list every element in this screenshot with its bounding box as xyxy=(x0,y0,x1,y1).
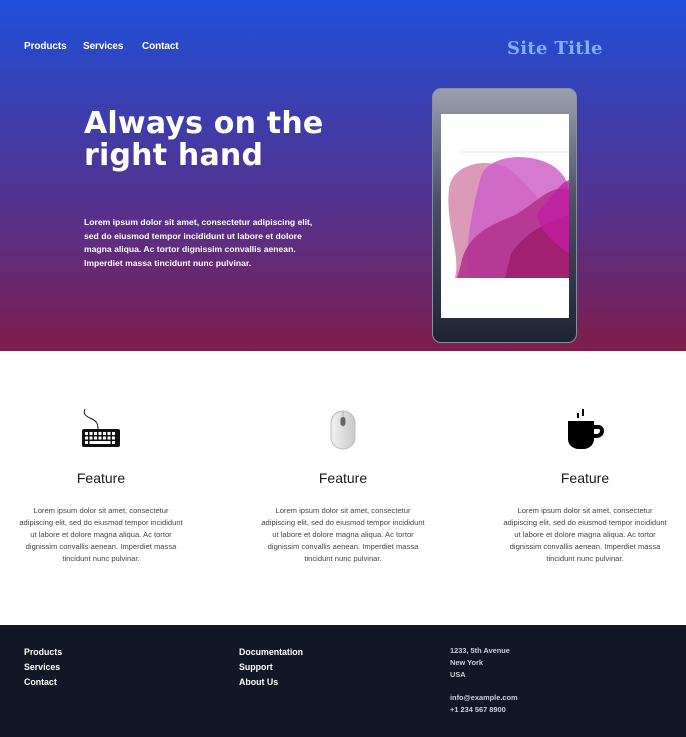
abstract-blobs-image xyxy=(441,151,569,318)
feature-title: Feature xyxy=(318,470,368,486)
footer: Products Services Contact Documentation … xyxy=(0,625,686,737)
footer-link-documentation[interactable]: Documentation xyxy=(239,645,303,660)
footer-link-support[interactable]: Support xyxy=(239,660,303,675)
footer-address: 1233, 5th Avenue New York USA info@examp… xyxy=(450,645,518,716)
mouse-icon xyxy=(260,405,426,453)
feature-description: Lorem ipsum dolor sit amet, consectetur … xyxy=(19,506,183,563)
feature-title: Feature xyxy=(76,470,126,486)
address-line: 1233, 5th Avenue xyxy=(450,646,510,655)
footer-link-products[interactable]: Products xyxy=(24,645,62,660)
hero-description: Lorem ipsum dolor sit amet, consectetur … xyxy=(84,217,313,268)
footer-column-2: Documentation Support About Us xyxy=(239,645,303,690)
hero-heading: Always on the right hand xyxy=(84,106,324,173)
feature-title: Feature xyxy=(560,470,610,486)
tablet-device-image xyxy=(432,88,577,343)
footer-email[interactable]: info@example.com xyxy=(450,692,518,704)
footer-link-services[interactable]: Services xyxy=(24,660,62,675)
address-line: USA xyxy=(450,669,466,679)
feature-card-2: Feature Lorem ipsum dolor sit amet, cons… xyxy=(260,405,426,565)
feature-description: Lorem ipsum dolor sit amet, consectetur … xyxy=(261,506,425,563)
feature-description: Lorem ipsum dolor sit amet, consectetur … xyxy=(503,506,667,563)
feature-card-1: Feature Lorem ipsum dolor sit amet, cons… xyxy=(18,405,184,565)
hero-section: Products Services Contact Site Title Alw… xyxy=(0,0,686,351)
address-line: New York xyxy=(450,657,483,667)
footer-link-about-us[interactable]: About Us xyxy=(239,675,303,690)
keyboard-icon xyxy=(18,405,184,453)
feature-card-3: Feature Lorem ipsum dolor sit amet, cons… xyxy=(502,405,668,565)
nav-link-products[interactable]: Products xyxy=(24,41,67,52)
footer-link-contact[interactable]: Contact xyxy=(24,675,62,690)
footer-column-1: Products Services Contact xyxy=(24,645,62,690)
site-title[interactable]: Site Title xyxy=(507,38,603,59)
coffee-cup-icon xyxy=(502,405,668,453)
nav-link-contact[interactable]: Contact xyxy=(142,41,179,52)
nav-link-services[interactable]: Services xyxy=(83,41,123,52)
footer-phone[interactable]: +1 234 567 8900 xyxy=(450,704,518,716)
tablet-screen xyxy=(441,114,569,318)
